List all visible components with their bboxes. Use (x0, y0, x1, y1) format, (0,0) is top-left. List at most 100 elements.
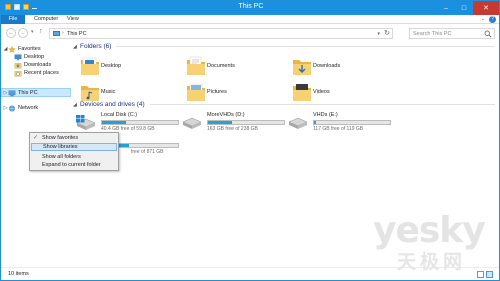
close-button[interactable]: ✕ (473, 1, 499, 15)
breadcrumb-separator-icon[interactable]: › (62, 30, 64, 36)
sidebar-item-downloads[interactable]: Downloads (14, 61, 51, 69)
drive-morevhds-d[interactable]: MoreVHDs (D:) 163 GB free of 238 GB (179, 112, 285, 136)
folder-downloads[interactable]: Downloads (285, 55, 385, 79)
menu-item-expand-to-current-folder[interactable]: Expand to current folder (31, 161, 117, 169)
address-dropdown-icon[interactable]: ▾ (377, 31, 380, 37)
navigation-pane-context-menu: ✓ Show favorites Show libraries Show all… (29, 132, 119, 171)
documents-folder-icon (187, 56, 205, 75)
menu-item-label: Expand to current folder (42, 162, 101, 168)
back-button[interactable]: ← (6, 28, 16, 38)
folder-label: Videos (313, 89, 330, 95)
drive-usage-bar (101, 120, 179, 125)
menu-item-show-favorites[interactable]: ✓ Show favorites (31, 134, 117, 142)
folder-label: Music (101, 89, 116, 95)
group-title: Devices and drives (4) (80, 101, 145, 108)
menu-item-show-libraries[interactable]: Show libraries (31, 143, 117, 151)
group-divider (116, 46, 495, 47)
folder-documents[interactable]: Documents (179, 55, 279, 79)
search-icon[interactable] (484, 30, 492, 38)
group-title: Folders (6) (80, 43, 112, 50)
up-button[interactable]: ↑ (39, 28, 43, 35)
sidebar-item-favorites[interactable]: ◢ Favorites (3, 45, 41, 53)
properties-icon[interactable] (14, 4, 20, 10)
drive-name: MoreVHDs (D:) (207, 112, 245, 118)
hard-drive-icon (182, 117, 202, 129)
quick-access-toolbar (5, 4, 37, 10)
address-row: ← → ▾ ↑ › This PC ▾ ↻ Search This PC (1, 25, 499, 41)
new-folder-icon[interactable] (23, 4, 29, 10)
drive-usage-fill (102, 121, 127, 124)
sidebar-item-network[interactable]: ▷ Network (3, 104, 39, 112)
tab-file[interactable]: File (1, 15, 25, 24)
chevron-down-icon[interactable]: ◢ (73, 102, 80, 108)
folder-label: Documents (207, 63, 235, 69)
drive-usage-fill (208, 121, 233, 124)
sidebar-item-this-pc[interactable]: ▷ This PC (3, 89, 38, 97)
sidebar-item-label: Favorites (18, 46, 41, 52)
customize-toolbar-icon[interactable] (32, 4, 37, 9)
devices-group-header[interactable]: ◢ Devices and drives (4) (73, 100, 495, 109)
explorer-window: This PC – □ ✕ File Computer View ⌄ ? ← →… (0, 0, 500, 281)
drive-free-space: 117 GB free of 119 GB (313, 126, 364, 132)
downloads-folder-icon (293, 60, 311, 75)
folder-properties-icon[interactable] (5, 4, 11, 10)
status-bar: 10 items (1, 267, 499, 280)
content-pane[interactable]: ◢ Folders (6) Desktop Documents Download… (73, 41, 499, 266)
window-controls: – □ ✕ (437, 1, 499, 15)
recent-locations-icon[interactable]: ▾ (31, 29, 34, 35)
chevron-down-icon[interactable]: ◢ (73, 44, 80, 50)
search-input[interactable]: Search This PC (409, 28, 495, 39)
folders-group-header[interactable]: ◢ Folders (6) (73, 42, 495, 51)
drive-vhds-e[interactable]: VHDs (E:) 117 GB free of 119 GB (285, 112, 391, 136)
address-bar[interactable]: › This PC ▾ ↻ (49, 28, 393, 39)
sidebar-item-label: Recent places (24, 70, 59, 76)
drive-usage-fill (314, 121, 316, 124)
computer-icon (8, 90, 16, 96)
windows-drive-icon (76, 115, 96, 130)
check-icon: ✓ (33, 135, 39, 141)
downloads-icon (14, 62, 22, 68)
help-icon[interactable]: ? (489, 16, 496, 23)
folder-label: Downloads (313, 63, 341, 69)
drive-usage-bar (207, 120, 285, 125)
sidebar-item-label: This PC (18, 90, 38, 96)
hard-drive-icon (288, 117, 308, 129)
menu-item-label: Show all folders (42, 154, 81, 160)
tab-computer[interactable]: Computer (30, 15, 62, 24)
breadcrumb-this-pc[interactable]: This PC (67, 31, 87, 37)
desktop-icon (14, 54, 22, 60)
search-placeholder: Search This PC (413, 30, 452, 37)
refresh-icon[interactable]: ↻ (384, 29, 390, 37)
title-bar[interactable]: This PC – □ ✕ (1, 1, 499, 15)
menu-item-show-all-folders[interactable]: Show all folders (31, 153, 117, 161)
sidebar-item-label: Desktop (24, 54, 45, 60)
forward-button[interactable]: → (18, 28, 28, 38)
drive-name: Local Disk (C:) (101, 112, 138, 118)
drive-free-space: 163 GB free of 238 GB (207, 126, 258, 132)
network-icon (9, 105, 15, 111)
details-view-icon[interactable] (477, 271, 484, 278)
drive-name: VHDs (E:) (313, 112, 338, 118)
menu-item-label: Show favorites (42, 135, 79, 141)
tab-view[interactable]: View (63, 15, 83, 24)
maximize-button[interactable]: □ (455, 1, 473, 15)
minimize-button[interactable]: – (437, 1, 455, 15)
tiles-view-icon[interactable] (486, 271, 493, 278)
window-title: This PC (238, 3, 264, 10)
expand-ribbon-icon[interactable]: ⌄ (481, 16, 485, 22)
sidebar-item-desktop[interactable]: Desktop (14, 53, 44, 61)
sidebar-item-label: Network (18, 105, 39, 111)
sidebar-item-recent-places[interactable]: Recent places (14, 69, 59, 77)
star-icon (8, 45, 16, 53)
desktop-folder-icon (81, 57, 99, 75)
drive-free-space: free of 871 GB (131, 149, 164, 155)
computer-icon (53, 31, 60, 36)
folder-desktop[interactable]: Desktop (73, 55, 173, 79)
folder-label: Desktop (101, 63, 122, 69)
group-divider (149, 104, 495, 105)
sidebar-item-label: Downloads (24, 62, 52, 68)
item-count: 10 items (8, 271, 29, 277)
folder-label: Pictures (207, 89, 227, 95)
ribbon-tabs: File Computer View ⌄ ? (1, 15, 499, 24)
recent-places-icon (14, 70, 22, 76)
